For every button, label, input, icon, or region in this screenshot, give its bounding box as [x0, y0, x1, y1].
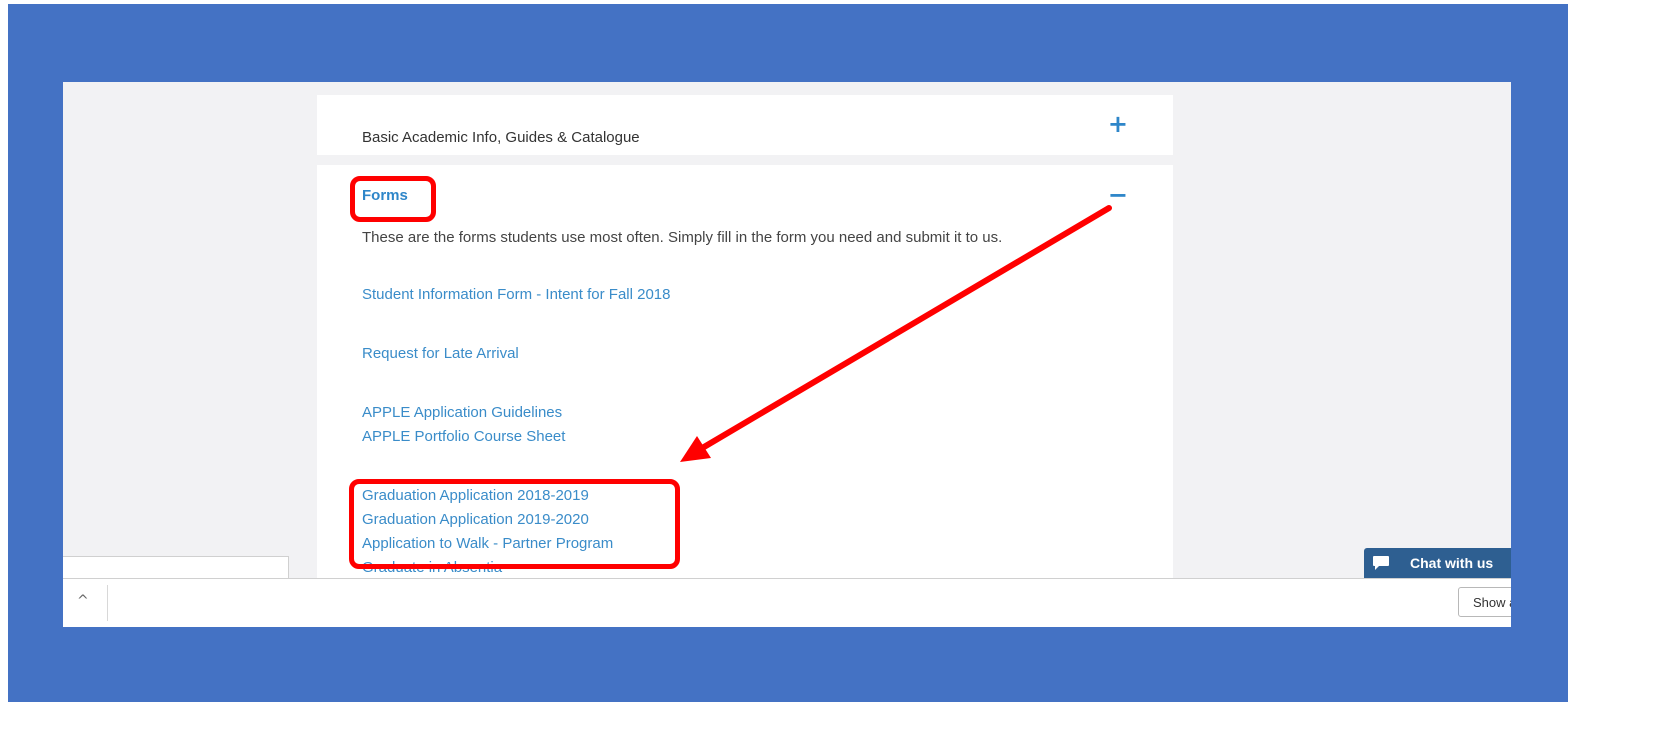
annotation-arrow — [680, 205, 1112, 462]
